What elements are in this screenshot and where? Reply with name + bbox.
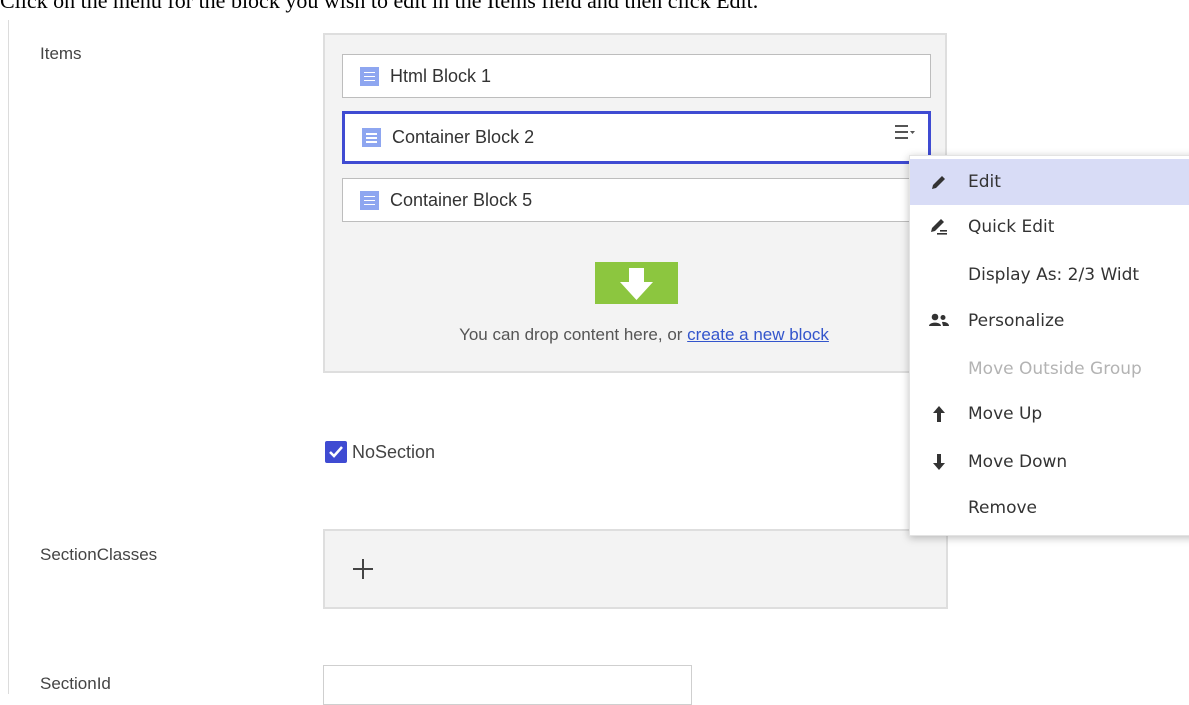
block-type-icon — [360, 190, 379, 210]
left-divider — [8, 20, 9, 694]
menu-item-personalize[interactable]: Personalize — [910, 298, 1189, 344]
nosection-label: NoSection — [352, 441, 436, 462]
block-type-icon — [360, 66, 379, 86]
menu-item-label: Move Up — [968, 404, 1043, 424]
add-class-button[interactable] — [349, 555, 377, 583]
block-menu-icon[interactable] — [894, 122, 916, 142]
nosection-checkbox[interactable] — [325, 441, 347, 463]
menu-item-remove[interactable]: Remove — [910, 485, 1189, 531]
block-container-block-5[interactable]: Container Block 5 — [342, 178, 931, 222]
menu-item-label: Edit — [968, 172, 1001, 192]
drop-hint-text: You can drop content here, or — [459, 325, 683, 344]
arrow-up-icon — [928, 403, 950, 425]
menu-item-label: Move Down — [968, 452, 1068, 472]
instruction-text-content: Click on the menu for the block you wish… — [0, 0, 759, 13]
menu-item-label: Quick Edit — [968, 217, 1055, 237]
sectionid-label: SectionId — [40, 674, 111, 693]
menu-item-quick-edit[interactable]: Quick Edit — [910, 204, 1189, 250]
block-container-block-2[interactable]: Container Block 2 — [342, 111, 931, 164]
checkmark-icon — [329, 446, 343, 458]
items-label: Items — [40, 44, 82, 63]
arrow-down-icon — [928, 451, 950, 473]
block-context-menu: Edit Quick Edit Display As: 2/3 Widt Per… — [909, 155, 1189, 536]
sectionclasses-box — [323, 529, 948, 609]
quick-edit-pencil-icon — [928, 216, 950, 238]
nosection-field: NoSection — [325, 441, 435, 463]
block-html-block-1[interactable]: Html Block 1 — [342, 54, 931, 98]
block-label: Container Block 2 — [392, 127, 535, 147]
menu-item-move-outside-group: Move Outside Group — [910, 346, 1189, 392]
drop-hint: You can drop content here, or create a n… — [325, 325, 945, 345]
menu-item-edit[interactable]: Edit — [910, 159, 1189, 205]
menu-item-move-up[interactable]: Move Up — [910, 391, 1189, 437]
drop-arrow-icon — [595, 262, 678, 304]
create-new-block-link[interactable]: create a new block — [687, 325, 829, 344]
menu-item-label: Personalize — [968, 311, 1065, 331]
menu-item-display-as[interactable]: Display As: 2/3 Widt — [910, 252, 1189, 298]
items-content-area[interactable]: Html Block 1 Container Block 2 Container… — [323, 33, 947, 373]
people-icon — [928, 310, 950, 332]
block-label: Html Block 1 — [390, 65, 492, 86]
pencil-icon — [928, 171, 950, 193]
instruction-text: Click on the menu for the block you wish… — [0, 0, 758, 14]
sectionclasses-label: SectionClasses — [40, 545, 158, 564]
menu-item-label: Remove — [968, 498, 1037, 518]
menu-item-label: Move Outside Group — [968, 359, 1142, 379]
block-type-icon — [362, 128, 381, 147]
block-label: Container Block 5 — [390, 189, 533, 210]
sectionid-input[interactable] — [323, 665, 692, 705]
plus-icon — [353, 559, 373, 579]
menu-item-label: Display As: 2/3 Widt — [968, 265, 1140, 285]
menu-item-move-down[interactable]: Move Down — [910, 439, 1189, 485]
